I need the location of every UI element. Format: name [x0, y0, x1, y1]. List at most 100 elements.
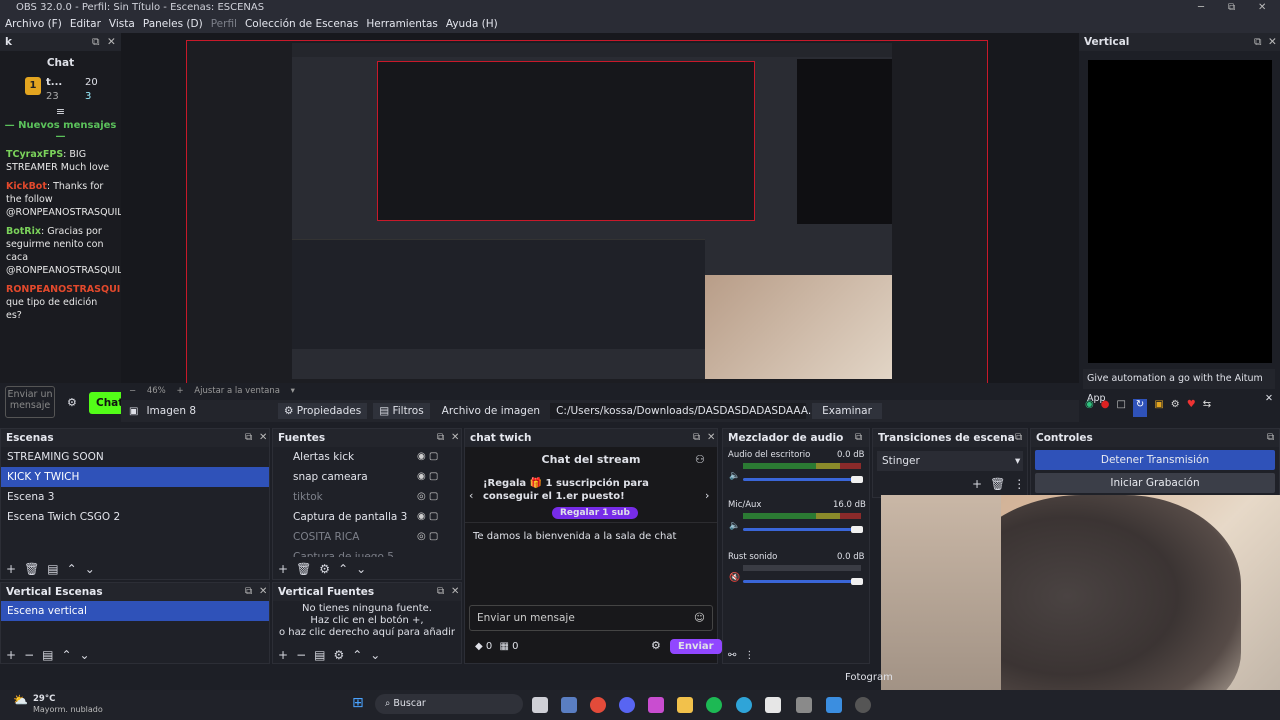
chevron-down-icon[interactable]: ⌄: [80, 648, 90, 662]
float-icon[interactable]: ⧉: [1254, 33, 1262, 51]
menu-coleccion[interactable]: Colección de Escenas: [245, 18, 358, 30]
close-icon[interactable]: ✕: [451, 583, 459, 601]
emote-icon[interactable]: ☺: [694, 606, 705, 630]
stream-icon[interactable]: ◉: [1085, 399, 1094, 417]
remove-icon[interactable]: −: [296, 648, 306, 662]
slider-knob[interactable]: [851, 526, 863, 533]
scene-item[interactable]: Escena Twich CSGO 2: [1, 507, 269, 527]
float-icon[interactable]: ⧉: [693, 429, 700, 447]
properties-button[interactable]: ⚙ Propiedades: [278, 403, 368, 419]
add-icon[interactable]: +: [6, 648, 16, 662]
chevron-up-icon[interactable]: ⌃: [61, 648, 71, 662]
spotify-icon[interactable]: [706, 697, 722, 713]
menu-icon[interactable]: ⋮: [744, 650, 754, 661]
start-recording-button[interactable]: Iniciar Grabación: [1035, 473, 1275, 493]
menu-icon[interactable]: ≡: [0, 105, 121, 118]
slider-knob[interactable]: [851, 578, 863, 585]
chevron-right-icon[interactable]: ›: [705, 489, 709, 502]
maximize-icon[interactable]: ⧉: [1228, 0, 1235, 15]
eye-icon[interactable]: ◉ ▢: [417, 467, 447, 487]
preview-canvas[interactable]: [186, 40, 988, 384]
add-icon[interactable]: +: [278, 648, 288, 662]
add-icon[interactable]: +: [972, 477, 982, 491]
float-icon[interactable]: ⧉: [92, 33, 100, 51]
filters-button[interactable]: ▤ Filtros: [373, 403, 430, 419]
users-icon[interactable]: ⚇: [695, 447, 705, 473]
copilot-icon[interactable]: [648, 697, 664, 713]
transition-select[interactable]: Stinger ▾: [877, 451, 1023, 471]
chevron-up-icon[interactable]: ⌃: [352, 648, 362, 662]
volume-slider[interactable]: [743, 580, 861, 583]
float-icon[interactable]: ⧉: [437, 429, 444, 447]
chat-input[interactable]: Enviar un mensaje: [5, 386, 55, 418]
stop-icon[interactable]: □: [1116, 399, 1125, 417]
menu-ayuda[interactable]: Ayuda (H): [446, 18, 498, 30]
task-view-icon[interactable]: [532, 697, 548, 713]
link-icon[interactable]: ⇆: [1203, 399, 1211, 417]
menu-herramientas[interactable]: Herramientas: [366, 18, 438, 30]
float-icon[interactable]: ⧉: [1015, 429, 1022, 447]
menu-icon[interactable]: ⋮: [1013, 477, 1025, 491]
speaker-icon[interactable]: 🔈: [729, 521, 740, 531]
file-path-field[interactable]: C:/Users/kossa/Downloads/DASDASDADASDAAA…: [550, 403, 831, 419]
gear-icon[interactable]: ⚙: [333, 648, 344, 662]
zoom-in-icon[interactable]: +: [176, 386, 183, 396]
eye-icon[interactable]: ◉ ▢: [417, 447, 447, 467]
close-icon[interactable]: ✕: [259, 429, 267, 447]
mute-icon[interactable]: 🔇: [729, 573, 740, 583]
float-icon[interactable]: ⧉: [245, 429, 252, 447]
remove-icon[interactable]: −: [24, 648, 34, 662]
scene-item[interactable]: Escena 3: [1, 487, 269, 507]
send-button[interactable]: Enviar: [670, 639, 722, 654]
menu-paneles[interactable]: Paneles (D): [143, 18, 203, 30]
browse-button[interactable]: Examinar: [812, 403, 882, 419]
chevron-down-icon[interactable]: ⌄: [370, 648, 380, 662]
filter-icon[interactable]: ▤: [42, 648, 53, 662]
gear-icon[interactable]: ⚙: [1171, 399, 1180, 417]
windows-start-icon[interactable]: ⊞: [352, 695, 364, 711]
volume-slider[interactable]: [743, 478, 861, 481]
eye-icon[interactable]: ◎ ▢: [417, 487, 447, 507]
float-icon[interactable]: ⧉: [1267, 429, 1274, 447]
volume-slider[interactable]: [743, 528, 861, 531]
close-icon[interactable]: ✕: [259, 583, 267, 601]
file-explorer-icon[interactable]: [677, 697, 693, 713]
filter-icon[interactable]: ▤: [314, 648, 325, 662]
menu-archivo[interactable]: Archivo (F): [5, 18, 62, 30]
chat-message-input[interactable]: Enviar un mensaje ☺: [469, 605, 713, 631]
chevron-left-icon[interactable]: ‹: [469, 489, 473, 502]
store-icon[interactable]: [765, 697, 781, 713]
add-icon[interactable]: +: [6, 562, 16, 576]
float-icon[interactable]: ⧉: [855, 429, 862, 447]
zoom-level[interactable]: 46%: [147, 386, 166, 396]
gear-icon[interactable]: ⚙: [651, 639, 661, 652]
widgets-icon[interactable]: [561, 697, 577, 713]
chevron-up-icon[interactable]: ⌃: [338, 562, 348, 576]
vertical-scene-item[interactable]: Escena vertical: [1, 601, 269, 621]
fit-dropdown[interactable]: Ajustar a la ventana: [194, 386, 280, 396]
discord-icon[interactable]: [619, 697, 635, 713]
speaker-icon[interactable]: 🔈: [729, 471, 740, 481]
trash-icon[interactable]: 🗑: [24, 562, 39, 576]
add-icon[interactable]: +: [278, 562, 288, 576]
record-icon[interactable]: ●: [1101, 399, 1110, 417]
chat-send-button[interactable]: Chat: [89, 392, 123, 414]
trash-icon[interactable]: 🗑: [990, 477, 1005, 491]
close-icon[interactable]: ✕: [107, 33, 116, 51]
chevron-down-icon[interactable]: ⌄: [85, 562, 95, 576]
float-icon[interactable]: ⧉: [437, 583, 444, 601]
chevron-up-icon[interactable]: ⌃: [67, 562, 77, 576]
close-icon[interactable]: ✕: [707, 429, 715, 447]
gift-sub-button[interactable]: Regalar 1 sub: [552, 507, 638, 519]
gear-icon[interactable]: ⚙: [67, 396, 77, 409]
zoom-out-icon[interactable]: −: [129, 386, 136, 396]
source-item[interactable]: Captura de juego 5: [273, 547, 461, 557]
chevron-down-icon[interactable]: ⌄: [356, 562, 366, 576]
menu-perfil[interactable]: Perfil: [211, 18, 237, 30]
close-icon[interactable]: ✕: [1258, 0, 1266, 15]
chrome-icon[interactable]: [590, 697, 606, 713]
trash-icon[interactable]: 🗑: [296, 562, 311, 576]
edge-icon[interactable]: [736, 697, 752, 713]
float-icon[interactable]: ⧉: [245, 583, 252, 601]
chevron-down-icon[interactable]: ▾: [291, 386, 295, 396]
